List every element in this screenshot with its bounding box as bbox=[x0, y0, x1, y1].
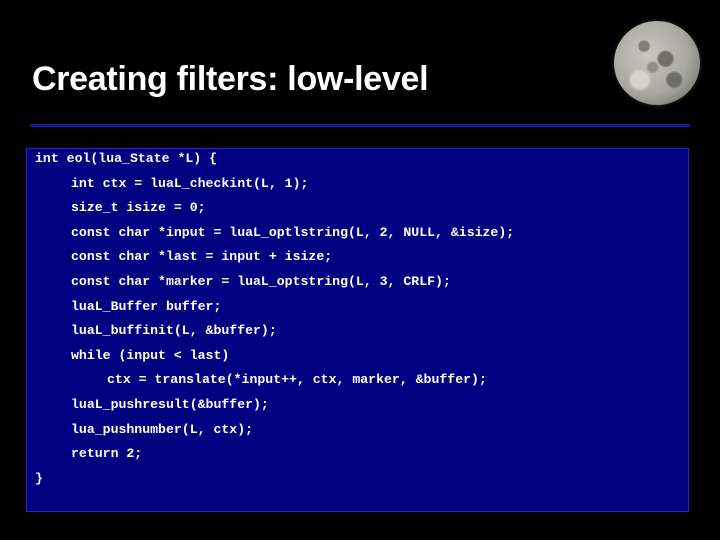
code-line: const char *last = input + isize; bbox=[71, 249, 333, 265]
code-line: } bbox=[35, 470, 43, 486]
code-block: int eol(lua_State *L) { int ctx = luaL_c… bbox=[26, 148, 689, 512]
code-line: const char *input = luaL_optlstring(L, 2… bbox=[71, 224, 515, 240]
code-line: luaL_buffinit(L, &buffer); bbox=[71, 323, 277, 339]
code-line: size_t isize = 0; bbox=[71, 200, 206, 216]
code-line: const char *marker = luaL_optstring(L, 3… bbox=[71, 274, 451, 289]
code-line: luaL_pushresult(&buffer); bbox=[71, 397, 269, 412]
code-line: int eol(lua_State *L) { bbox=[35, 151, 218, 166]
code-line: return 2; bbox=[71, 446, 143, 462]
code-line: while (input < last) bbox=[71, 347, 230, 363]
slide-title: Creating filters: low-level bbox=[32, 60, 429, 98]
title-divider bbox=[30, 124, 690, 127]
code-line: luaL_Buffer buffer; bbox=[71, 298, 222, 314]
moon-image bbox=[614, 21, 700, 105]
code-line: lua_pushnumber(L, ctx); bbox=[71, 421, 254, 437]
code-line: int ctx = luaL_checkint(L, 1); bbox=[71, 175, 309, 191]
code-line: ctx = translate(*input++, ctx, marker, &… bbox=[107, 372, 487, 388]
